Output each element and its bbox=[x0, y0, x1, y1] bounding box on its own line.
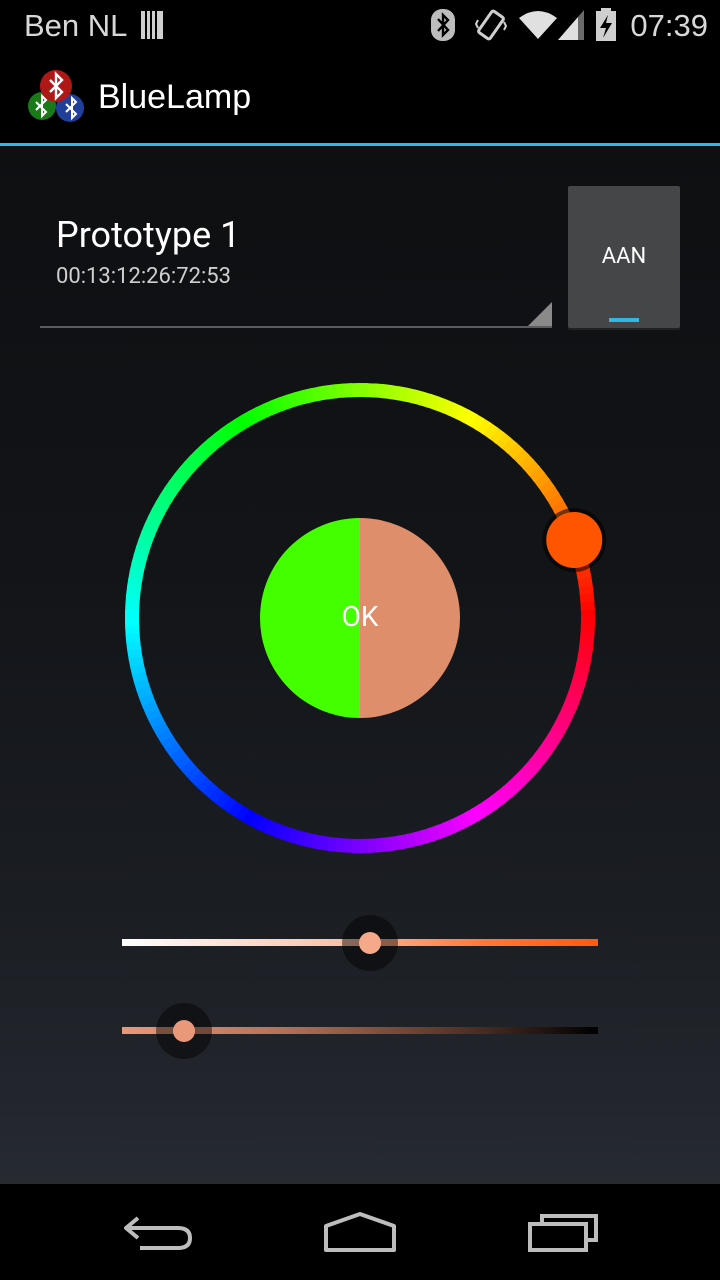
vibrate-icon bbox=[474, 9, 508, 41]
hue-handle[interactable] bbox=[546, 512, 603, 569]
toggle-on-indicator bbox=[609, 318, 639, 322]
app-title: BlueLamp bbox=[98, 78, 252, 116]
battery-charging-icon bbox=[596, 8, 616, 41]
value-slider[interactable] bbox=[122, 1001, 598, 1061]
carrier-name: Ben NL bbox=[24, 8, 128, 43]
action-bar: BlueLamp bbox=[0, 50, 720, 146]
color-picker-wheel[interactable] bbox=[110, 368, 610, 868]
device-address: 00:13:12:26:72:53 bbox=[56, 264, 232, 289]
main-content: Prototype 1 00:13:12:26:72:53 AAN OK bbox=[0, 146, 720, 1184]
home-icon[interactable] bbox=[320, 1210, 400, 1254]
recents-icon[interactable] bbox=[524, 1208, 600, 1256]
wifi-icon bbox=[519, 11, 557, 39]
selected-color-half[interactable] bbox=[360, 518, 460, 718]
saturation-slider-thumb[interactable] bbox=[358, 932, 381, 954]
navigation-bar bbox=[0, 1184, 720, 1280]
device-name: Prototype 1 bbox=[56, 214, 241, 256]
sim-card-icon bbox=[141, 11, 163, 39]
saturation-slider[interactable] bbox=[122, 913, 598, 973]
clock: 07:39 bbox=[630, 8, 708, 43]
status-bar: Ben NL 07:39 bbox=[0, 0, 720, 50]
bluetooth-logo-icon bbox=[28, 70, 84, 122]
previous-color-half[interactable] bbox=[260, 518, 360, 718]
power-toggle-button[interactable]: AAN bbox=[568, 186, 680, 328]
device-spinner[interactable]: Prototype 1 00:13:12:26:72:53 bbox=[40, 186, 552, 328]
value-slider-thumb[interactable] bbox=[172, 1020, 195, 1042]
back-icon[interactable] bbox=[120, 1212, 196, 1256]
signal-icon bbox=[558, 10, 584, 40]
power-toggle-label: AAN bbox=[601, 244, 647, 269]
spinner-dropdown-indicator bbox=[528, 302, 552, 326]
bluetooth-icon bbox=[431, 9, 455, 41]
